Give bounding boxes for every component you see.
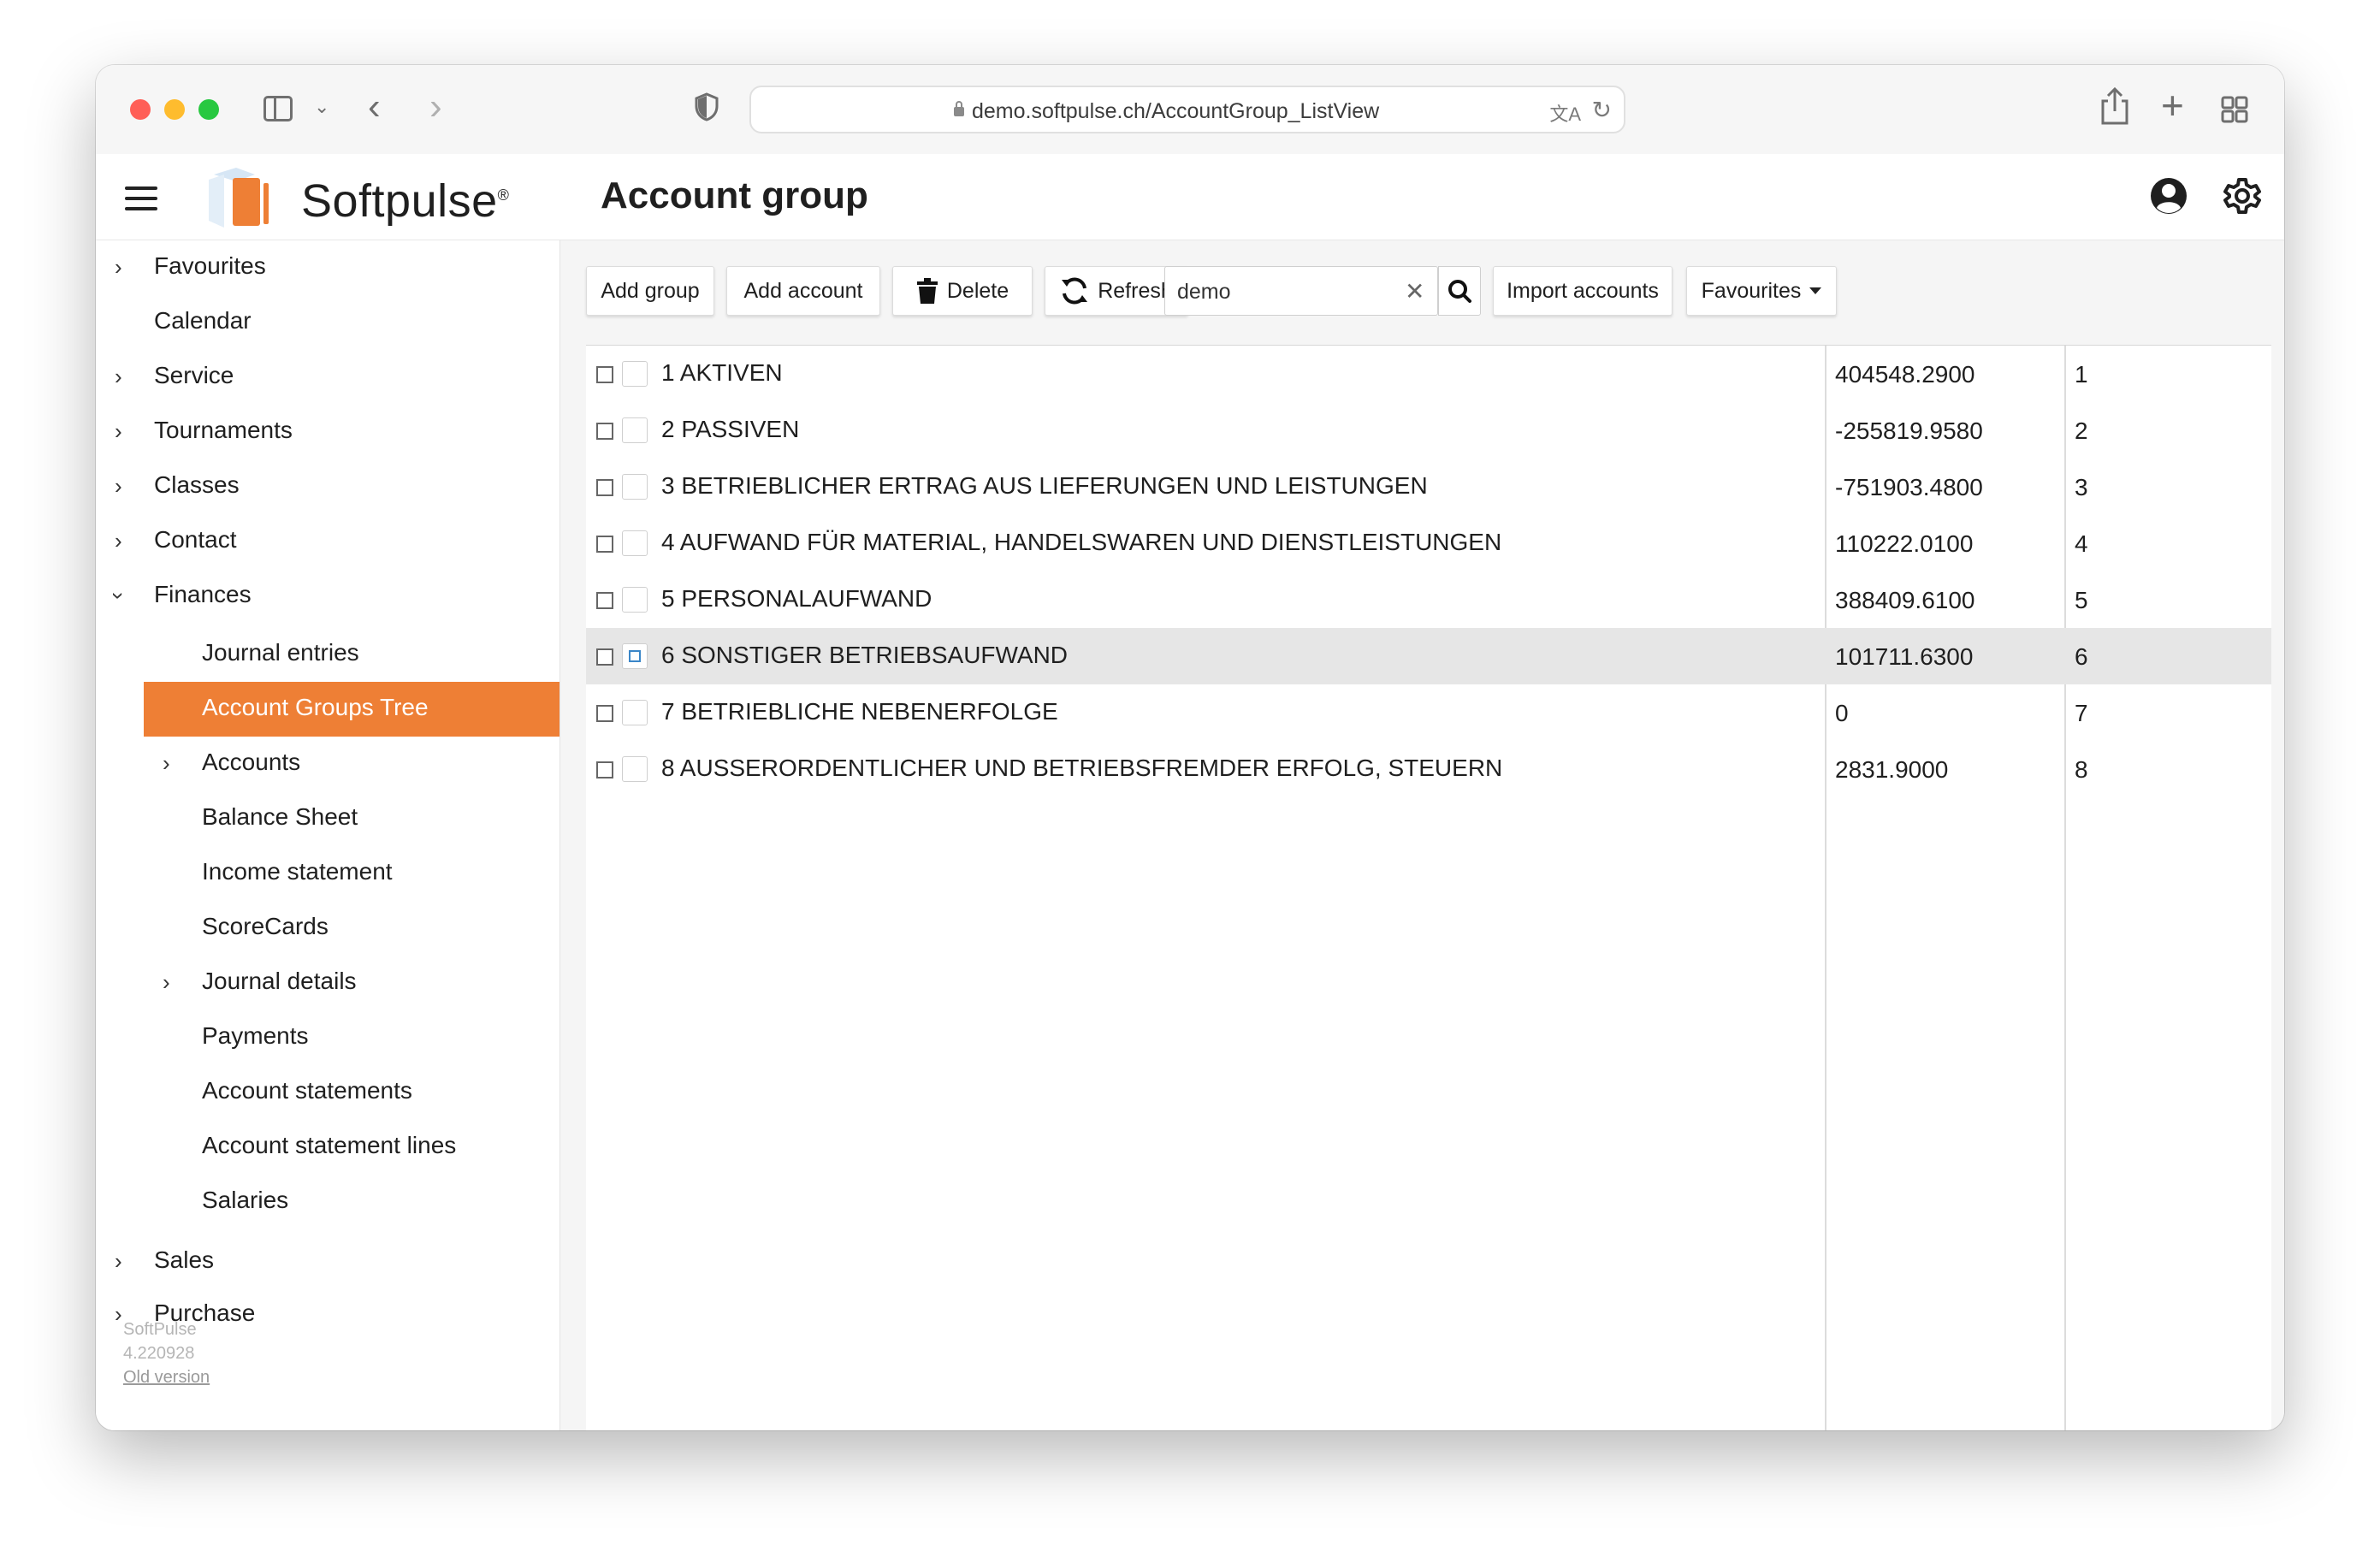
- sidebar-item-classes[interactable]: › Classes: [96, 459, 559, 514]
- chevron-right-icon: ›: [163, 969, 170, 995]
- caret-down-icon: [1809, 287, 1822, 294]
- account-group-table: 1 AKTIVEN 404548.2900 1 2 PASSIVEN -2558…: [586, 345, 2271, 1430]
- row-checkbox[interactable]: [596, 761, 613, 778]
- share-icon[interactable]: [2098, 87, 2132, 125]
- table-row[interactable]: 1 AKTIVEN 404548.2900 1: [586, 346, 2271, 402]
- sidebar-item-favourites[interactable]: › Favourites: [96, 240, 559, 295]
- main-content: Add group Add account Delete Refresh ✕: [560, 240, 2284, 1430]
- row-select-box[interactable]: [622, 474, 648, 500]
- chevron-down-icon: ›: [105, 592, 132, 600]
- privacy-shield-icon[interactable]: [695, 92, 719, 121]
- tab-overview-icon[interactable]: [2221, 96, 2248, 123]
- chevron-down-icon[interactable]: ⌄: [314, 96, 329, 118]
- back-arrow-icon[interactable]: ‹: [368, 86, 381, 128]
- clear-search-icon[interactable]: ✕: [1405, 277, 1424, 305]
- sidebar-item-payments[interactable]: Payments: [96, 1010, 559, 1065]
- row-select-box[interactable]: [622, 530, 648, 556]
- search-icon: [1448, 280, 1471, 303]
- row-checkbox[interactable]: [596, 648, 613, 666]
- row-select-box[interactable]: [622, 417, 648, 443]
- table-row[interactable]: 2 PASSIVEN -255819.9580 2: [586, 402, 2271, 459]
- user-account-icon[interactable]: [2149, 176, 2188, 216]
- sidebar-item-journal-entries[interactable]: Journal entries: [96, 627, 559, 682]
- search-field[interactable]: ✕: [1164, 266, 1438, 316]
- settings-gear-icon[interactable]: [2223, 176, 2262, 216]
- row-checkbox[interactable]: [596, 592, 613, 609]
- url-text: demo.softpulse.ch/AccountGroup_ListView: [972, 99, 1380, 123]
- table-row[interactable]: 7 BETRIEBLICHE NEBENERFOLGE 0 7: [586, 684, 2271, 741]
- chevron-right-icon: ›: [115, 254, 122, 280]
- row-select-box[interactable]: [622, 700, 648, 725]
- table-row-selected[interactable]: 6 SONSTIGER BETRIEBSAUFWAND 101711.6300 …: [586, 628, 2271, 684]
- add-group-button[interactable]: Add group: [586, 266, 714, 316]
- sidebar-item-contact[interactable]: › Contact: [96, 514, 559, 569]
- sidebar-item-account-groups-tree[interactable]: Account Groups Tree: [144, 682, 559, 737]
- footer-version: 4.220928: [123, 1344, 195, 1363]
- logo-text: Softpulse®: [301, 175, 510, 227]
- old-version-link[interactable]: Old version: [123, 1368, 210, 1388]
- row-checkbox[interactable]: [596, 536, 613, 553]
- table-row[interactable]: 5 PERSONALAUFWAND 388409.6100 5: [586, 571, 2271, 628]
- zoom-window-button[interactable]: [198, 99, 219, 120]
- new-tab-icon[interactable]: +: [2161, 82, 2184, 128]
- sidebar-item-journal-details[interactable]: › Journal details: [96, 956, 559, 1010]
- search-button[interactable]: [1438, 266, 1481, 316]
- lock-icon: [954, 101, 964, 116]
- add-account-button[interactable]: Add account: [726, 266, 880, 316]
- sidebar-item-scorecards[interactable]: ScoreCards: [96, 901, 559, 956]
- chevron-right-icon: ›: [115, 473, 122, 499]
- sidebar-item-income-statement[interactable]: Income statement: [96, 846, 559, 901]
- translate-icon[interactable]: 文A: [1549, 99, 1581, 127]
- table-row[interactable]: 8 AUSSERORDENTLICHER UND BETRIEBSFREMDER…: [586, 741, 2271, 797]
- sidebar-item-service[interactable]: › Service: [96, 350, 559, 405]
- sidebar-item-balance-sheet[interactable]: Balance Sheet: [96, 791, 559, 846]
- page-title: Account group: [601, 175, 868, 216]
- row-select-box[interactable]: [622, 587, 648, 613]
- close-window-button[interactable]: [130, 99, 151, 120]
- chevron-right-icon: ›: [115, 528, 122, 554]
- browser-window: ⌄ ‹ › demo.softpulse.ch/AccountGroup_Lis…: [96, 65, 2284, 1430]
- app-header: Softpulse® Account group: [96, 154, 2284, 240]
- row-checkbox[interactable]: [596, 705, 613, 722]
- chevron-right-icon: ›: [115, 1248, 122, 1274]
- table-row[interactable]: 3 BETRIEBLICHER ERTRAG AUS LIEFERUNGEN U…: [586, 459, 2271, 515]
- sidebar-item-salaries[interactable]: Salaries: [96, 1175, 559, 1229]
- row-checkbox[interactable]: [596, 423, 613, 440]
- minimize-window-button[interactable]: [164, 99, 185, 120]
- import-accounts-button[interactable]: Import accounts: [1493, 266, 1673, 316]
- chevron-right-icon: ›: [115, 1301, 122, 1327]
- sidebar-item-accounts[interactable]: › Accounts: [96, 737, 559, 791]
- table-row[interactable]: 4 AUFWAND FÜR MATERIAL, HANDELSWAREN UND…: [586, 515, 2271, 571]
- search-input[interactable]: [1175, 275, 1401, 308]
- sidebar-item-account-statement-lines[interactable]: Account statement lines: [96, 1120, 559, 1175]
- sidebar-item-tournaments[interactable]: › Tournaments: [96, 405, 559, 459]
- refresh-icon: [1062, 277, 1088, 305]
- browser-toolbar: ⌄ ‹ › demo.softpulse.ch/AccountGroup_Lis…: [96, 65, 2284, 155]
- row-select-box[interactable]: [622, 756, 648, 782]
- menu-icon[interactable]: [125, 186, 157, 210]
- trash-icon: [916, 278, 938, 304]
- favourites-dropdown[interactable]: Favourites: [1686, 266, 1837, 316]
- sidebar-toggle-icon[interactable]: [263, 96, 293, 121]
- sidebar-item-finances[interactable]: › Finances: [96, 569, 559, 624]
- chevron-right-icon: ›: [115, 418, 122, 444]
- address-bar[interactable]: demo.softpulse.ch/AccountGroup_ListView …: [749, 86, 1625, 133]
- chevron-right-icon: ›: [163, 750, 170, 776]
- chevron-right-icon: ›: [115, 364, 122, 389]
- sidebar-nav: › Favourites Calendar › Service › Tourna…: [96, 240, 560, 1430]
- row-checkbox[interactable]: [596, 366, 613, 383]
- forward-arrow-icon[interactable]: ›: [429, 86, 442, 128]
- sidebar-item-calendar[interactable]: Calendar: [96, 295, 559, 350]
- delete-button[interactable]: Delete: [892, 266, 1033, 316]
- row-select-box[interactable]: [622, 643, 648, 669]
- row-checkbox[interactable]: [596, 479, 613, 496]
- sidebar-item-sales[interactable]: › Sales: [96, 1234, 559, 1289]
- row-select-box[interactable]: [622, 361, 648, 387]
- softpulse-logo-icon: [209, 168, 269, 228]
- footer-app-name: SoftPulse: [123, 1320, 197, 1339]
- reload-icon[interactable]: ↻: [1592, 96, 1612, 124]
- sidebar-item-account-statements[interactable]: Account statements: [96, 1065, 559, 1120]
